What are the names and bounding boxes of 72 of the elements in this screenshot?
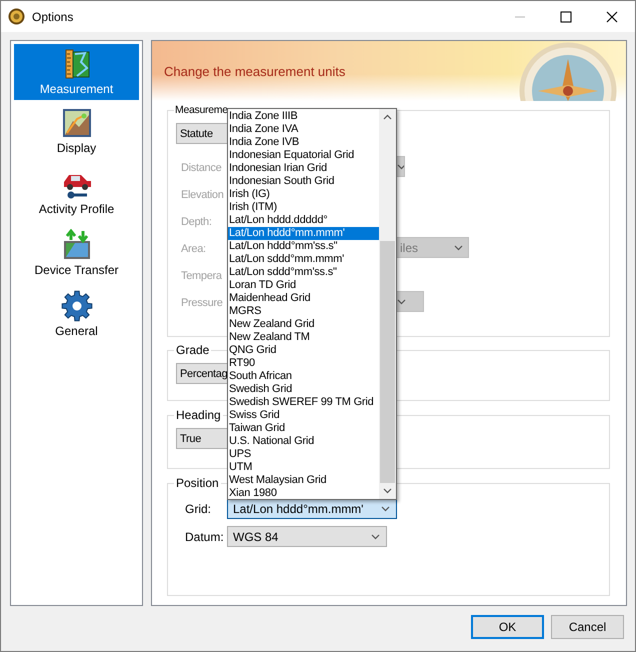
sidebar-item[interactable]: General [14,283,139,344]
list-option[interactable]: UTM [228,461,379,474]
dialog-button[interactable]: OK [471,615,544,639]
scrollbar-thumb[interactable] [380,241,395,483]
list-option[interactable]: Maidenhead Grid [228,292,379,305]
chevron-icon [397,298,406,304]
window-title: Options [32,10,74,24]
list-option[interactable]: Taiwan Grid [228,422,379,435]
system-dropdown[interactable]: Statute [176,123,228,144]
sidebar-item[interactable]: Display [14,100,139,161]
list-option[interactable]: New Zealand Grid [228,318,379,331]
list-option[interactable]: Swedish Grid [228,383,379,396]
sidebar-item[interactable]: Measurement [14,44,139,100]
list-option[interactable]: Swiss Grid [228,409,379,422]
list-option[interactable]: India Zone IVB [228,136,379,149]
list-option[interactable]: MGRS [228,305,379,318]
landscape-icon [60,106,92,138]
list-option[interactable]: Indonesian Equatorial Grid [228,149,379,162]
list-option[interactable]: Irish (ITM) [228,201,379,214]
field-label: Distance [181,162,222,174]
field-label: Area: [181,242,206,254]
dropdown-value: Lat/Lon hddd°mm.mmm' [233,502,364,516]
list-option[interactable]: U.S. National Grid [228,435,379,448]
chevron-icon [371,534,380,540]
field-label: Datum: [184,530,225,544]
list-option[interactable]: India Zone IVA [228,123,379,136]
chevron-icon [454,244,463,250]
list-option[interactable]: West Malaysian Grid [228,474,379,487]
list-option[interactable]: India Zone IIIB [228,110,379,123]
grid-dropdown[interactable]: Lat/Lon hddd°mm.mmm' [227,498,397,519]
field-label: Grid: [184,502,212,516]
unit-dropdown[interactable] [397,156,405,177]
dropdown-value: WGS 84 [233,530,278,544]
list-option[interactable]: Xian 1980 [228,487,379,500]
scroll-up-icon [383,114,392,120]
chevron-icon [397,164,404,170]
scrollbar[interactable] [379,109,396,499]
list-option[interactable]: QNG Grid [228,344,379,357]
group-label: Heading [174,408,223,423]
datum-dropdown[interactable]: WGS 84 [227,526,387,547]
dropdown-value: iles [400,240,418,254]
gear-icon [60,290,92,322]
maximize-icon [560,10,572,22]
list-option[interactable]: Indonesian Irian Grid [228,162,379,175]
field-label: Tempera [181,270,222,282]
grade-dropdown[interactable]: Percentag [176,363,228,384]
list-option[interactable]: Irish (IG) [228,188,379,201]
chevron-icon [381,506,390,512]
list-option[interactable]: Lat/Lon sddd°mm'ss.s" [228,266,379,279]
sidebar-item[interactable]: Activity Profile [14,161,139,222]
unit-dropdown[interactable] [397,291,424,312]
dialog-button[interactable]: Cancel [551,615,624,639]
app-icon [8,8,25,25]
field-label: Depth: [181,216,212,228]
list-option[interactable]: RT90 [228,357,379,370]
list-option[interactable]: South African [228,370,379,383]
list-option[interactable]: Indonesian South Grid [228,175,379,188]
list-option[interactable]: Lat/Lon hddd°mm.mmm' [228,227,379,240]
list-option[interactable]: New Zealand TM [228,331,379,344]
list-option[interactable]: Lat/Lon sddd°mm.mmm' [228,253,379,266]
list-option[interactable]: Lat/Lon hddd°mm'ss.s" [228,240,379,253]
heading-dropdown[interactable]: True [176,428,228,449]
list-option[interactable]: Loran TD Grid [228,279,379,292]
list-option[interactable]: Swedish SWEREF 99 TM Grid [228,396,379,409]
field-label: Pressure [181,296,223,308]
sidebar-item[interactable]: Device Transfer [14,222,139,283]
close-icon [606,10,618,22]
scroll-down-icon [383,488,392,494]
field-label: Elevation [181,188,224,200]
list-option[interactable]: Lat/Lon hddd.ddddd° [228,214,379,227]
list-option[interactable]: UPS [228,448,379,461]
header-title: Change the measurement units [164,64,346,78]
